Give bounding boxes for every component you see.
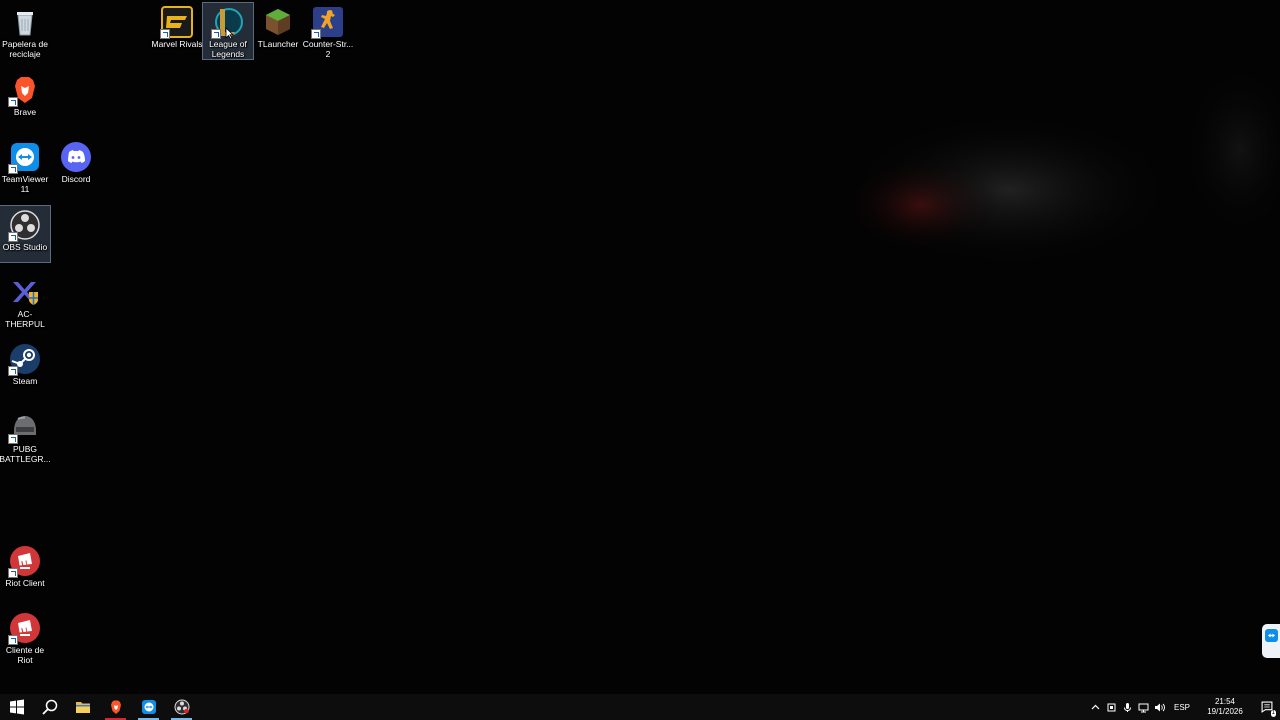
teamviewer-side-tab[interactable] [1262, 624, 1280, 658]
notification-count-badge: 1 [1270, 710, 1276, 717]
desktop-icon-label: PUBG BATTLEGR... [0, 444, 51, 464]
counter-strike-icon [311, 6, 344, 39]
mouse-cursor-icon [225, 27, 234, 40]
tray-device-button[interactable] [1104, 694, 1120, 720]
obs-icon [174, 699, 189, 715]
desktop-icon-cliente-de-riot[interactable]: Cliente de Riot [0, 609, 50, 665]
desktop-wallpaper [0, 0, 1280, 694]
start-button[interactable] [0, 694, 33, 720]
shortcut-arrow-icon [311, 29, 321, 39]
desktop-icon-teamviewer[interactable]: TeamViewer 11 [0, 138, 50, 194]
volume-button[interactable] [1152, 694, 1168, 720]
desktop-icon-label: Counter-Str... 2 [302, 39, 354, 59]
system-tray: ESP 21:54 19/1/2026 1 [1088, 694, 1280, 720]
shortcut-arrow-icon [160, 29, 170, 39]
riot-client-icon [8, 545, 41, 578]
steam-icon [8, 343, 41, 376]
obs-icon [8, 209, 41, 242]
desktop-icon-label: Brave [13, 107, 37, 117]
desktop-icon-label: AC-THERPUL [5, 309, 45, 329]
search-button[interactable] [33, 694, 66, 720]
desktop-icon-marvel-rivals[interactable]: Marvel Rivals [151, 3, 203, 59]
microphone-button[interactable] [1120, 694, 1136, 720]
shortcut-arrow-icon [8, 97, 18, 107]
teamviewer-icon [141, 700, 156, 714]
desktop-icon-label: Papelera de reciclaje [2, 39, 48, 59]
desktop-icon-label: OBS Studio [2, 242, 48, 252]
discord-icon [60, 141, 92, 173]
shortcut-arrow-icon [8, 164, 18, 174]
brave-icon [8, 74, 41, 107]
network-button[interactable] [1136, 694, 1152, 720]
shortcut-arrow-icon [8, 366, 18, 376]
taskbar-teamviewer[interactable] [132, 694, 165, 720]
desktop-icon-label: Steam [12, 376, 38, 386]
teamviewer-icon [8, 141, 41, 174]
brave-icon [110, 700, 121, 714]
microphone-icon [1124, 702, 1132, 712]
desktop-icon-counter-strike-2[interactable]: Counter-Str... 2 [303, 3, 353, 59]
taskbar-brave[interactable] [99, 694, 132, 720]
desktop-icon-ac-therpul[interactable]: AC-THERPUL [0, 273, 50, 329]
shortcut-arrow-icon [8, 635, 18, 645]
clock[interactable]: 21:54 19/1/2026 [1196, 697, 1254, 717]
desktop-icon-riot-client[interactable]: Riot Client [0, 542, 50, 598]
marvel-rivals-icon [160, 6, 193, 39]
ac-therpul-icon [9, 276, 41, 308]
recycle-bin-icon [9, 6, 41, 38]
desktop-icon-label: Marvel Rivals [151, 39, 203, 49]
show-hidden-icons-button[interactable] [1088, 694, 1104, 720]
desktop-icon-pubg[interactable]: PUBG BATTLEGR... [0, 408, 51, 464]
file-explorer-icon [75, 702, 90, 713]
shortcut-arrow-icon [8, 232, 18, 242]
desktop-icon-brave[interactable]: Brave [0, 71, 50, 127]
desktop-icon-steam[interactable]: Steam [0, 340, 50, 396]
speaker-icon [1155, 703, 1166, 711]
shortcut-arrow-icon [211, 29, 221, 39]
desktop-icon-label: TLauncher [257, 39, 299, 49]
device-icon [1107, 703, 1116, 711]
desktop-icon-label: League of Legends [209, 39, 247, 59]
desktop-icon-obs-studio[interactable]: OBS Studio [0, 205, 51, 263]
desktop-icon-label: Discord [61, 174, 91, 184]
taskbar: ESP 21:54 19/1/2026 1 [0, 694, 1280, 720]
shortcut-arrow-icon [8, 568, 18, 578]
network-icon [1138, 703, 1149, 712]
tlauncher-icon [262, 6, 294, 38]
desktop-icon-recycle-bin[interactable]: Papelera de reciclaje [0, 3, 50, 59]
desktop-icon-label: TeamViewer 11 [1, 174, 49, 194]
desktop-icon-label: Riot Client [5, 578, 45, 588]
action-center-button[interactable]: 1 [1254, 694, 1280, 720]
taskbar-file-explorer[interactable] [66, 694, 99, 720]
riot-client-icon [8, 612, 41, 645]
desktop-icon-label: Cliente de Riot [5, 645, 45, 665]
pubg-icon [8, 411, 41, 444]
shortcut-arrow-icon [8, 434, 18, 444]
search-icon [41, 699, 57, 715]
clock-date: 19/1/2026 [1207, 707, 1243, 716]
desktop-icon-discord[interactable]: Discord [51, 138, 101, 194]
chevron-up-icon [1092, 704, 1100, 709]
input-language-indicator[interactable]: ESP [1168, 703, 1196, 712]
clock-time: 21:54 [1214, 697, 1236, 706]
taskbar-obs[interactable] [165, 694, 198, 720]
teamviewer-icon [1265, 629, 1278, 642]
desktop-icon-tlauncher[interactable]: TLauncher [253, 3, 303, 59]
windows-start-icon [9, 699, 24, 715]
